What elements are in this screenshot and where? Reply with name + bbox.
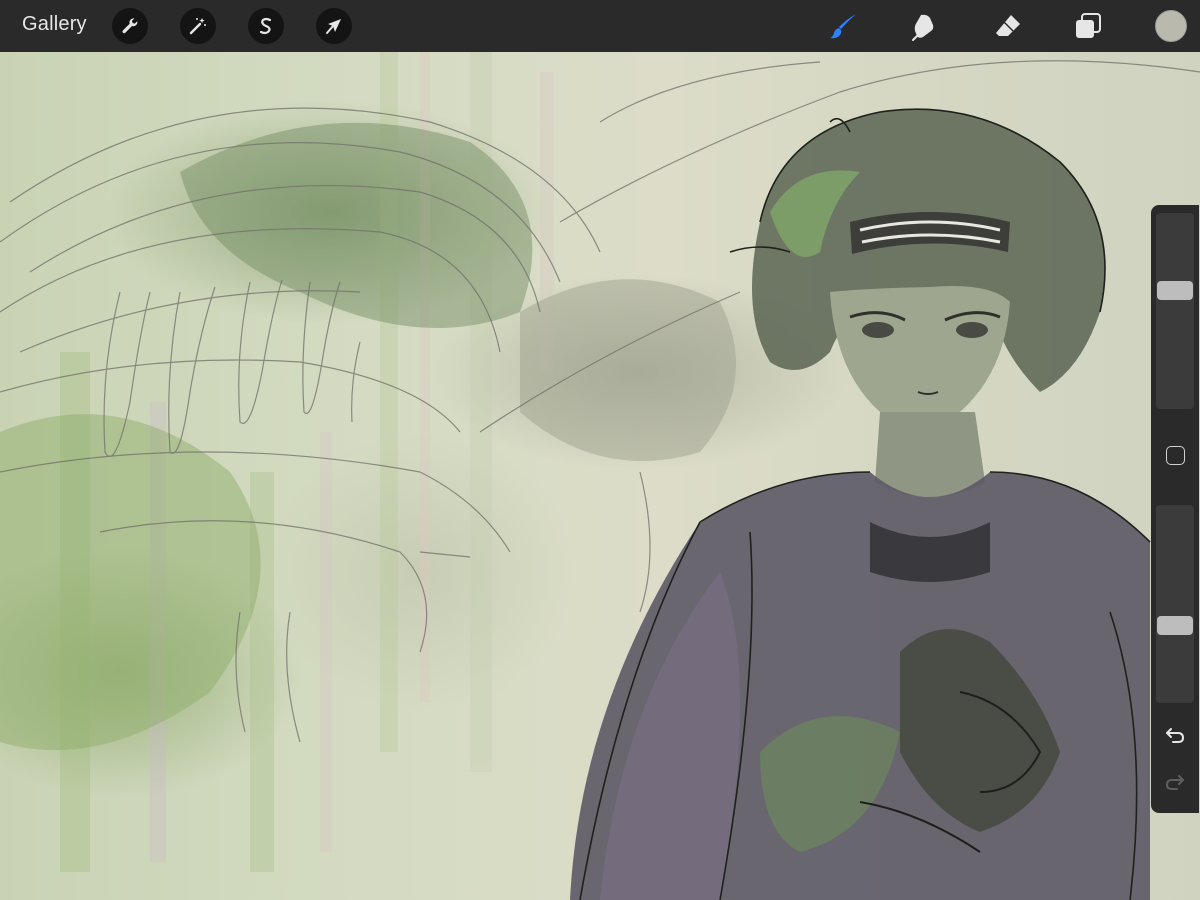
transform-button[interactable]	[316, 8, 352, 44]
eraser-icon	[996, 15, 1020, 36]
brush-size-thumb[interactable]	[1157, 280, 1193, 300]
brush-opacity-thumb[interactable]	[1157, 615, 1193, 635]
selection-button[interactable]	[248, 8, 284, 44]
gallery-button[interactable]: Gallery	[22, 13, 87, 36]
eraser-button[interactable]	[990, 8, 1026, 44]
modify-button[interactable]	[1166, 446, 1185, 465]
actions-button[interactable]	[112, 8, 148, 44]
smudge-icon	[912, 14, 934, 41]
drawing-canvas[interactable]	[0, 52, 1200, 900]
undo-button[interactable]	[1163, 723, 1187, 747]
color-picker-button[interactable]	[1155, 10, 1187, 42]
brush-icon	[830, 14, 856, 39]
wrench-icon	[122, 18, 138, 34]
artwork	[0, 52, 1200, 900]
paint-brush-button[interactable]	[826, 8, 862, 44]
selection-s-icon	[259, 17, 272, 35]
top-toolbar: Gallery	[0, 0, 1200, 52]
layers-button[interactable]	[1070, 8, 1106, 44]
arrow-cursor-icon	[326, 19, 341, 34]
brush-sidebar	[1151, 205, 1199, 813]
undo-arrow-icon	[1166, 728, 1185, 743]
redo-arrow-icon	[1165, 775, 1184, 790]
layers-icon	[1076, 13, 1101, 38]
brush-size-slider[interactable]	[1156, 213, 1194, 409]
smudge-button[interactable]	[906, 8, 942, 44]
magic-wand-icon	[189, 18, 206, 35]
redo-button[interactable]	[1163, 770, 1187, 794]
brush-opacity-slider[interactable]	[1156, 505, 1194, 703]
adjustments-button[interactable]	[180, 8, 216, 44]
